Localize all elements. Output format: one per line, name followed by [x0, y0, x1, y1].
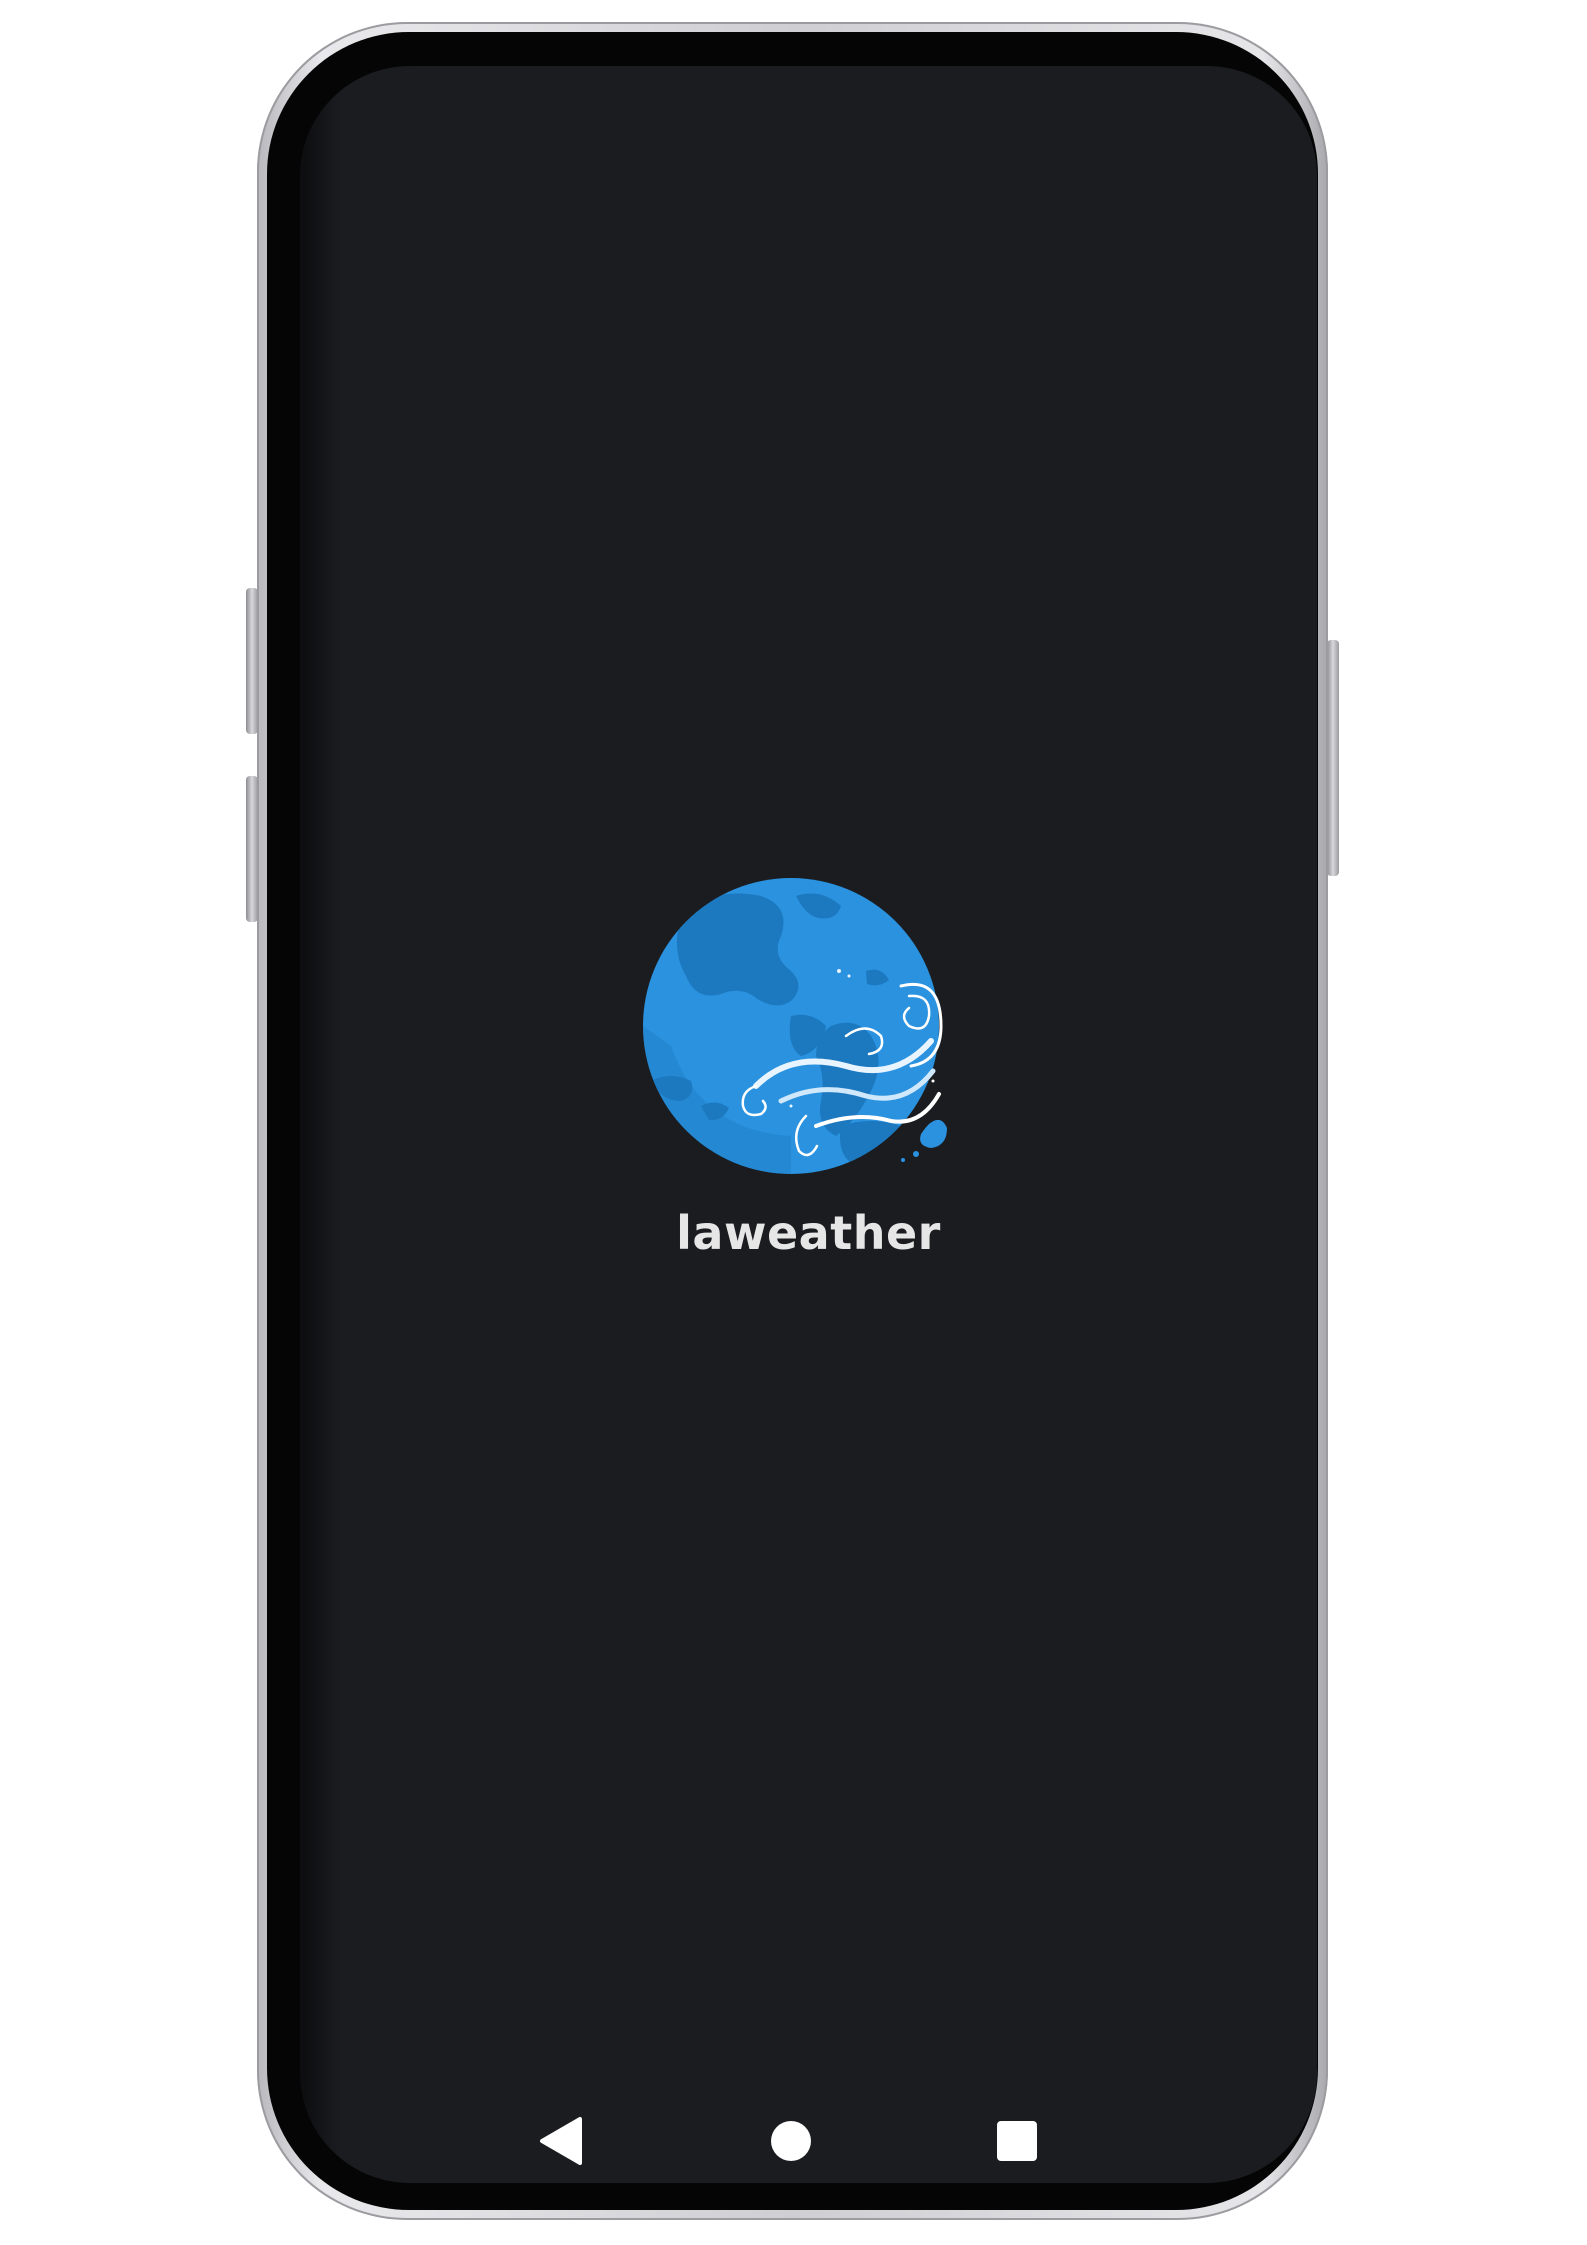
globe-wind-icon	[643, 878, 947, 1174]
recents-square-icon	[997, 2121, 1037, 2161]
app-name: laweather	[676, 1206, 941, 1260]
power-button	[1327, 640, 1339, 876]
recents-button[interactable]	[972, 2096, 1062, 2183]
device-mockup: laweather	[0, 0, 1587, 2245]
home-button[interactable]	[746, 2096, 836, 2183]
navigation-bar	[300, 2096, 1317, 2183]
phone-screen: laweather	[300, 66, 1317, 2183]
home-circle-icon	[771, 2121, 811, 2161]
back-button[interactable]	[516, 2096, 606, 2183]
splash-screen: laweather	[300, 66, 1317, 2183]
back-triangle-icon	[540, 2117, 582, 2165]
